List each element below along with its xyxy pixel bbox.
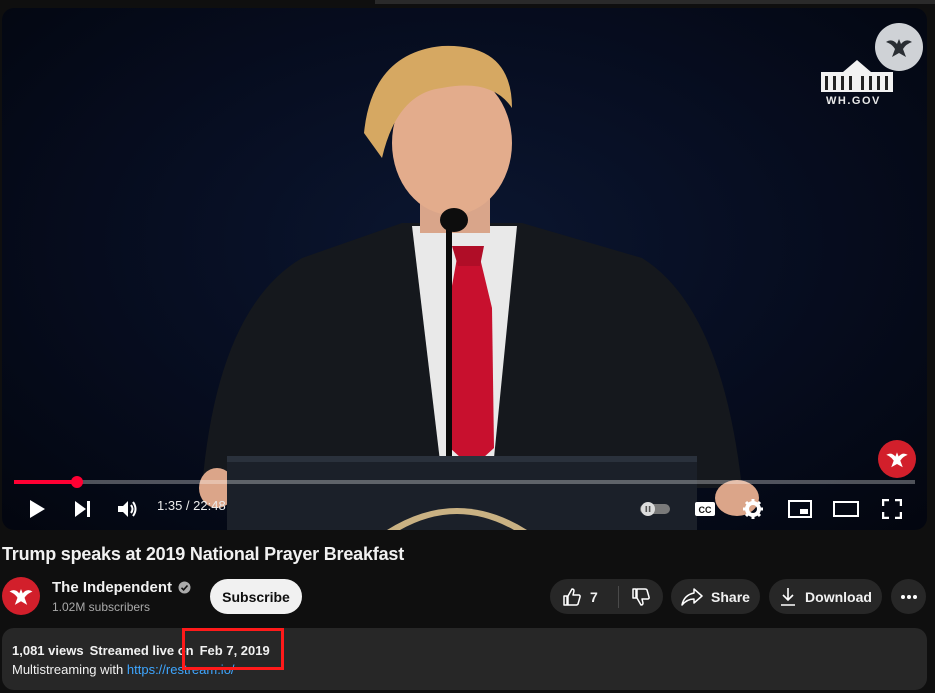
more-horizontal-icon (900, 594, 917, 599)
subscriber-count: 1.02M subscribers (52, 600, 151, 614)
subscribe-button[interactable]: Subscribe (210, 579, 302, 614)
watermark-text: WH.GOV (826, 95, 881, 107)
gear-icon (743, 499, 763, 519)
current-time: 1:35 (157, 498, 183, 513)
branding-eagle-icon[interactable] (878, 440, 916, 478)
fullscreen-button[interactable] (879, 496, 905, 522)
next-button[interactable] (70, 496, 96, 522)
fullscreen-icon (882, 499, 902, 519)
like-dislike-group: 7 (550, 579, 663, 614)
download-button[interactable]: Download (769, 579, 882, 614)
play-icon (30, 500, 45, 518)
view-count: 1,081 views (12, 643, 84, 658)
share-button[interactable]: Share (671, 579, 760, 614)
scrubber-handle[interactable] (71, 476, 84, 488)
description-prefix: Multistreaming with (12, 662, 124, 677)
thumbs-down-icon (632, 587, 651, 606)
download-icon (781, 587, 796, 606)
video-frame (199, 45, 759, 530)
settings-button[interactable] (740, 496, 766, 522)
theater-mode-button[interactable] (832, 497, 860, 521)
theater-mode-icon (833, 501, 859, 517)
captions-icon: CC (695, 502, 715, 516)
channel-watermark-eagle-icon[interactable] (875, 23, 923, 71)
share-label: Share (711, 588, 750, 605)
captions-button[interactable]: CC (692, 497, 718, 521)
miniplayer-icon (788, 500, 812, 518)
channel-name[interactable]: The Independent (52, 579, 172, 596)
dislike-button[interactable] (619, 579, 663, 614)
channel-name-row: The Independent (52, 579, 191, 596)
progress-fill (14, 480, 78, 484)
eagle-logo-icon (9, 588, 33, 605)
like-count: 7 (590, 588, 598, 605)
channel-avatar[interactable] (2, 577, 40, 615)
miniplayer-button[interactable] (786, 497, 814, 521)
play-button[interactable] (24, 496, 50, 522)
top-divider (375, 0, 935, 4)
description-box[interactable] (2, 628, 927, 690)
total-time: 22:48 (193, 498, 226, 513)
more-actions-button[interactable] (891, 579, 926, 614)
verified-badge-icon (178, 581, 191, 594)
volume-button[interactable] (114, 496, 142, 522)
thumbs-up-icon (563, 587, 581, 606)
like-button[interactable]: 7 (550, 579, 618, 614)
date-highlight-box (182, 628, 284, 670)
download-label: Download (805, 588, 872, 605)
video-player[interactable]: WH.GOV 1:35 / 22:48 CC (2, 8, 927, 530)
video-title: Trump speaks at 2019 National Prayer Bre… (2, 544, 405, 564)
skip-next-icon (75, 501, 90, 517)
autoplay-toggle[interactable] (638, 499, 672, 519)
time-separator: / (182, 498, 194, 513)
time-display: 1:35 / 22:48 (157, 498, 226, 513)
streamed-label: Streamed live on (89, 643, 194, 658)
autoplay-toggle-icon (640, 502, 670, 516)
share-icon (681, 587, 703, 606)
volume-icon (118, 501, 137, 517)
progress-bar[interactable] (14, 480, 915, 484)
svg-text:CC: CC (699, 505, 712, 515)
